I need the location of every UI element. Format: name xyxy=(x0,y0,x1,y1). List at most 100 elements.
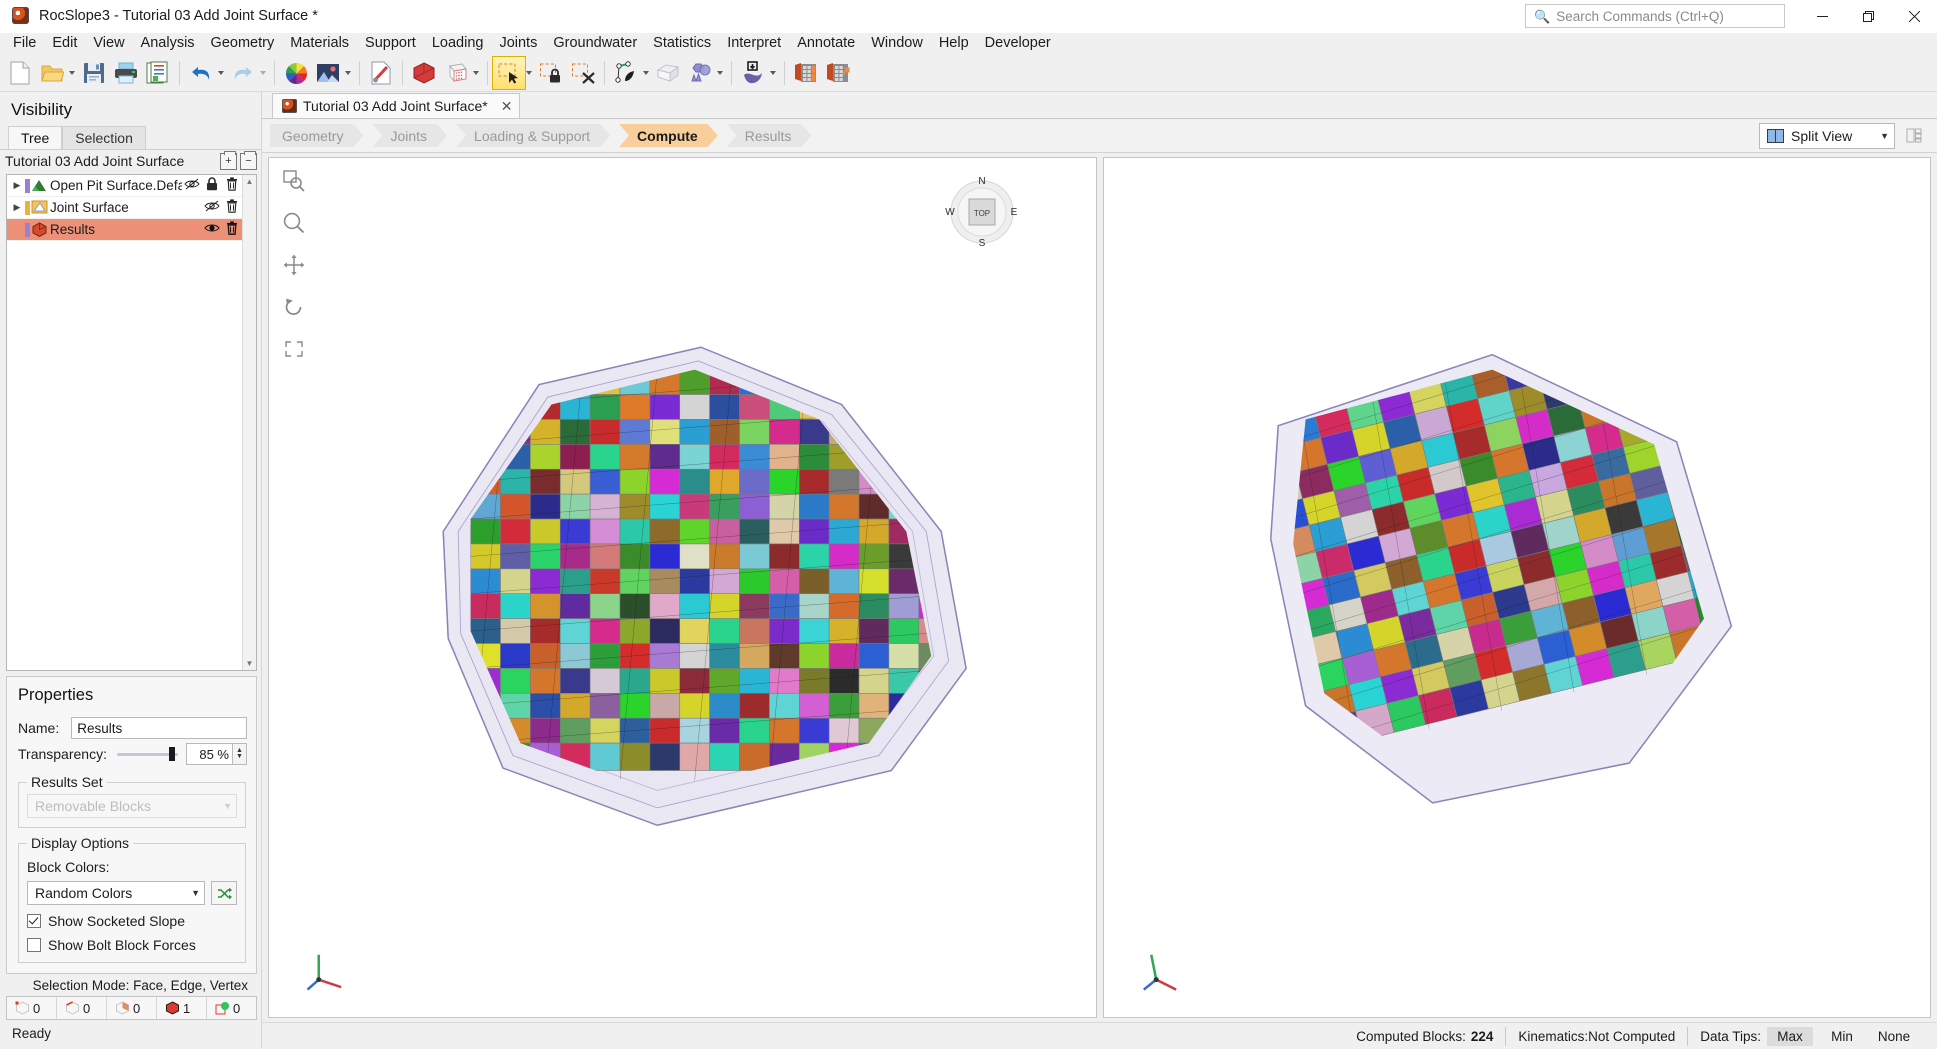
close-icon[interactable]: ✕ xyxy=(501,98,513,115)
save-icon[interactable] xyxy=(78,57,110,89)
show-socketed-slope-checkbox[interactable]: Show Socketed Slope xyxy=(27,913,237,929)
add-joint-dropdown-caret[interactable] xyxy=(643,71,649,75)
import-surface-icon[interactable] xyxy=(737,57,769,89)
hidden-eye-icon[interactable] xyxy=(202,200,222,215)
delete-icon[interactable] xyxy=(222,199,242,216)
collapse-all-icon[interactable]: − xyxy=(240,150,257,170)
transparency-value[interactable]: 85 % xyxy=(186,743,233,765)
redo-dropdown-caret[interactable] xyxy=(260,71,266,75)
viewport-iso[interactable] xyxy=(1102,157,1931,1018)
workflow-step-results[interactable]: Results xyxy=(727,124,812,147)
image-export-icon[interactable] xyxy=(312,57,344,89)
delete-icon[interactable] xyxy=(222,221,242,238)
boolean-dropdown-caret[interactable] xyxy=(717,71,723,75)
data-tips-none-button[interactable]: None xyxy=(1871,1027,1917,1046)
menu-view[interactable]: View xyxy=(85,33,132,55)
scroll-down-icon[interactable]: ▼ xyxy=(246,659,254,668)
select-window-dropdown-caret[interactable] xyxy=(526,71,532,75)
menu-edit[interactable]: Edit xyxy=(44,33,85,55)
open-file-icon[interactable] xyxy=(36,57,68,89)
compute-icon[interactable] xyxy=(790,57,822,89)
redo-icon[interactable] xyxy=(227,57,259,89)
select-window-icon[interactable] xyxy=(492,56,526,90)
menu-analysis[interactable]: Analysis xyxy=(133,33,203,55)
menu-groundwater[interactable]: Groundwater xyxy=(545,33,645,55)
clear-selection-icon[interactable] xyxy=(567,57,599,89)
data-tips-max-button[interactable]: Max xyxy=(1767,1026,1813,1046)
viewport-top[interactable]: TOP N S E W xyxy=(268,157,1097,1018)
expand-arrow-icon[interactable]: ▶ xyxy=(9,202,25,213)
visible-eye-icon[interactable] xyxy=(202,222,222,237)
data-tips-min-button[interactable]: Min xyxy=(1819,1027,1865,1046)
tab-tree[interactable]: Tree xyxy=(8,126,63,149)
workflow-step-geometry[interactable]: Geometry xyxy=(270,124,363,147)
search-commands-input[interactable]: 🔍 Search Commands (Ctrl+Q) xyxy=(1525,4,1785,28)
expand-all-icon[interactable]: + xyxy=(220,150,237,170)
menu-materials[interactable]: Materials xyxy=(282,33,357,55)
wireframe-dropdown-caret[interactable] xyxy=(473,71,479,75)
layout-options-icon[interactable] xyxy=(1901,124,1927,148)
close-button[interactable] xyxy=(1891,0,1937,32)
workflow-step-loading-support[interactable]: Loading & Support xyxy=(456,124,610,147)
tree-node-joint-surface[interactable]: ▶ Joint Surface xyxy=(7,197,242,219)
import-surface-dropdown-caret[interactable] xyxy=(770,71,776,75)
transparency-slider[interactable] xyxy=(116,744,178,764)
lock-icon[interactable] xyxy=(202,177,222,194)
menu-help[interactable]: Help xyxy=(931,33,977,55)
external-box-icon[interactable] xyxy=(652,57,684,89)
menu-window[interactable]: Window xyxy=(863,33,931,55)
edge-count[interactable]: 0 xyxy=(57,997,107,1019)
block-colors-combo[interactable]: Random Colors ▼ xyxy=(27,881,205,905)
face-count[interactable]: 0 xyxy=(107,997,157,1019)
workflow-step-compute[interactable]: Compute xyxy=(619,124,718,147)
new-file-icon[interactable] xyxy=(4,57,36,89)
results-set-combo[interactable]: Removable Blocks ▼ xyxy=(27,794,237,818)
menu-support[interactable]: Support xyxy=(357,33,424,55)
undo-dropdown-caret[interactable] xyxy=(218,71,224,75)
workflow-step-joints[interactable]: Joints xyxy=(372,124,447,147)
measure-tool-icon[interactable] xyxy=(365,57,397,89)
lock-selection-icon[interactable] xyxy=(535,57,567,89)
color-wheel-icon[interactable] xyxy=(280,57,312,89)
name-input[interactable]: Results xyxy=(71,717,247,739)
block-count[interactable]: 1 xyxy=(157,997,207,1019)
show-bolt-block-forces-checkbox[interactable]: Show Bolt Block Forces xyxy=(27,937,237,953)
slider-thumb[interactable] xyxy=(169,747,176,761)
model-render-top[interactable] xyxy=(269,158,1096,1017)
image-dropdown-caret[interactable] xyxy=(345,71,351,75)
hidden-eye-icon[interactable] xyxy=(182,178,202,193)
menu-annotate[interactable]: Annotate xyxy=(789,33,863,55)
scroll-up-icon[interactable]: ▲ xyxy=(246,177,254,186)
boolean-icon[interactable] xyxy=(684,57,716,89)
report-icon[interactable] xyxy=(142,57,174,89)
tree-scrollbar[interactable]: ▲ ▼ xyxy=(242,175,256,670)
document-tab[interactable]: Tutorial 03 Add Joint Surface* ✕ xyxy=(272,93,521,118)
menu-developer[interactable]: Developer xyxy=(977,33,1059,55)
other-count[interactable]: 0 xyxy=(207,997,256,1019)
expand-arrow-icon[interactable]: ▶ xyxy=(9,180,25,191)
tree-node-open-pit-surface[interactable]: ▶ Open Pit Surface.Default.Mesh_ext xyxy=(7,175,242,197)
vertex-count[interactable]: 0 xyxy=(7,997,57,1019)
menu-joints[interactable]: Joints xyxy=(491,33,545,55)
open-file-dropdown-caret[interactable] xyxy=(69,71,75,75)
menu-file[interactable]: File xyxy=(5,33,44,55)
split-view-combo[interactable]: Split View ▼ xyxy=(1759,122,1895,149)
menu-geometry[interactable]: Geometry xyxy=(203,33,283,55)
compute-run-icon[interactable] xyxy=(822,57,854,89)
transparency-stepper[interactable]: ▲ ▼ xyxy=(233,743,247,765)
tab-selection[interactable]: Selection xyxy=(62,126,146,149)
shuffle-colors-icon[interactable] xyxy=(211,881,237,905)
solid-block-icon[interactable] xyxy=(408,57,440,89)
menu-statistics[interactable]: Statistics xyxy=(645,33,719,55)
undo-icon[interactable] xyxy=(185,57,217,89)
maximize-button[interactable] xyxy=(1845,0,1891,32)
model-render-iso[interactable] xyxy=(1104,158,1931,1017)
delete-icon[interactable] xyxy=(222,177,242,194)
wireframe-block-icon[interactable] xyxy=(440,57,472,89)
menu-loading[interactable]: Loading xyxy=(424,33,492,55)
minimize-button[interactable] xyxy=(1799,0,1845,32)
tree-node-results[interactable]: Results xyxy=(7,219,242,241)
menu-interpret[interactable]: Interpret xyxy=(719,33,789,55)
print-icon[interactable] xyxy=(110,57,142,89)
add-joint-icon[interactable] xyxy=(610,57,642,89)
